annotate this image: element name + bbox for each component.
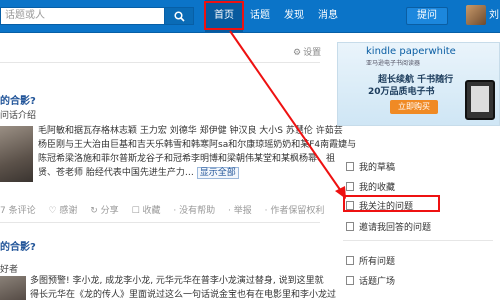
annotation-arrow xyxy=(229,30,346,199)
